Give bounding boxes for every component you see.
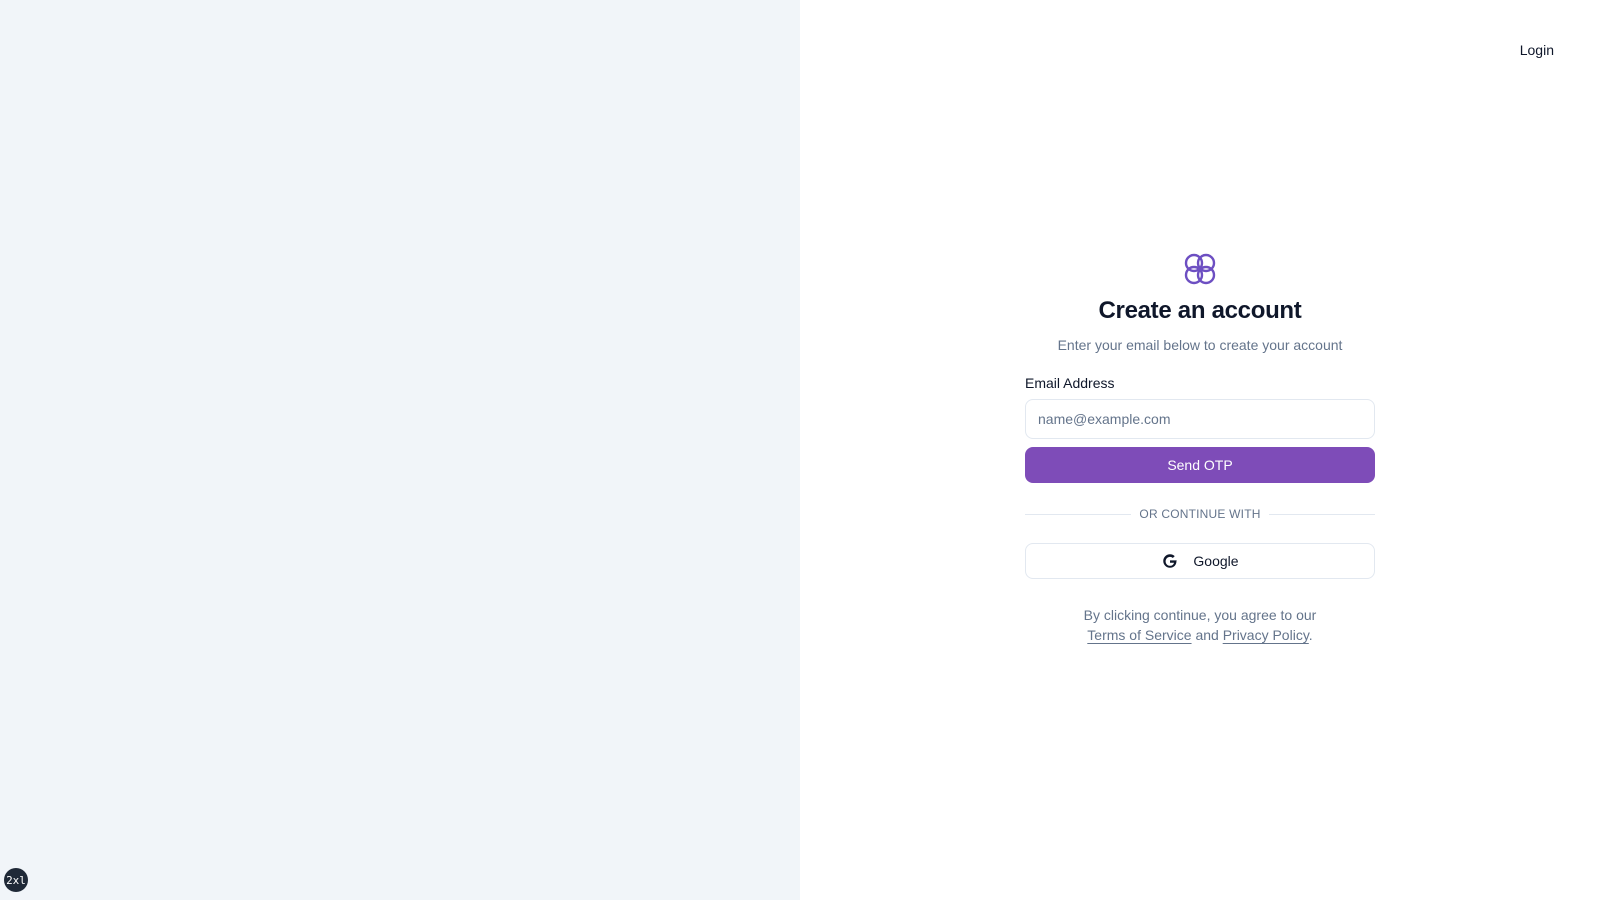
breakpoint-badge: 2xl: [4, 868, 28, 892]
auth-page: 2xl Login Create an account Enter your e…: [0, 0, 1600, 900]
divider-line-left: [1025, 513, 1132, 515]
divider: OR CONTINUE WITH: [1025, 507, 1376, 521]
terms-prefix: By clicking continue, you agree to our: [1083, 607, 1317, 623]
google-icon: [1163, 554, 1178, 568]
page-title: Create an account: [1098, 297, 1302, 324]
divider-line-right: [1268, 513, 1376, 515]
terms-suffix: .: [1308, 627, 1313, 643]
signup-form: Create an account Enter your email below…: [1025, 251, 1376, 645]
terms-connector: and: [1195, 627, 1219, 643]
google-button[interactable]: Google: [1025, 543, 1375, 579]
email-field[interactable]: [1025, 399, 1375, 439]
send-otp-button[interactable]: Send OTP: [1025, 447, 1375, 483]
terms-of-service-link[interactable]: Terms of Service: [1087, 627, 1191, 643]
page-subtitle: Enter your email below to create your ac…: [1057, 337, 1343, 353]
terms-notice: By clicking continue, you agree to our T…: [1084, 605, 1317, 645]
divider-text: OR CONTINUE WITH: [1139, 507, 1261, 521]
left-decorative-panel: 2xl: [0, 0, 800, 900]
email-label: Email Address: [1025, 375, 1115, 391]
right-auth-panel: Login Create an account Enter your email…: [800, 0, 1600, 900]
login-link[interactable]: Login: [1512, 38, 1562, 62]
four-petal-logo-icon: [1184, 253, 1216, 285]
google-button-label: Google: [1193, 553, 1239, 569]
privacy-policy-link[interactable]: Privacy Policy: [1223, 627, 1309, 643]
